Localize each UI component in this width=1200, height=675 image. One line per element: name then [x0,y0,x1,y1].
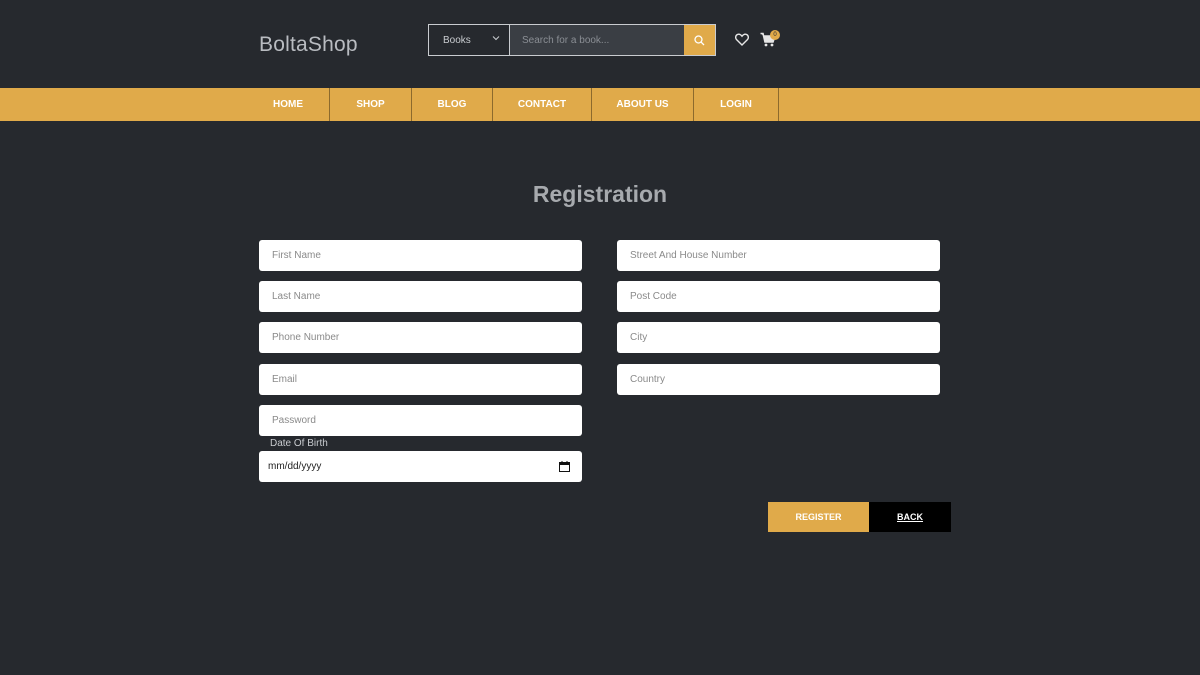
date-of-birth-field[interactable]: mm/dd/yyyy [259,451,582,482]
street-field[interactable] [617,240,940,271]
nav-item-shop[interactable]: SHOP [330,88,412,121]
nav-item-about-us[interactable]: ABOUT US [592,88,694,121]
country-field[interactable] [617,364,940,395]
nav-list: HOME SHOP BLOG CONTACT ABOUT US LOGIN [247,88,779,121]
heart-icon[interactable] [735,33,749,46]
page-title: Registration [532,181,668,207]
password-field[interactable] [259,405,582,436]
email-field[interactable] [259,364,582,395]
brand-logo[interactable]: BoltaShop [259,33,358,57]
search-bar: Books [428,24,716,56]
date-of-birth-value: mm/dd/yyyy [268,461,322,472]
main-nav: HOME SHOP BLOG CONTACT ABOUT US LOGIN [0,88,1200,121]
nav-item-login[interactable]: LOGIN [694,88,779,121]
post-code-field[interactable] [617,281,940,312]
date-of-birth-label: Date Of Birth [270,438,328,449]
city-field[interactable] [617,322,940,353]
header: BoltaShop Books 0 [0,0,1200,88]
back-button[interactable]: BACK [869,502,951,532]
first-name-field[interactable] [259,240,582,271]
search-input[interactable] [509,25,684,55]
search-icon [694,34,705,45]
last-name-field[interactable] [259,281,582,312]
nav-item-blog[interactable]: BLOG [412,88,493,121]
category-select[interactable]: Books [429,25,509,55]
nav-item-contact[interactable]: CONTACT [493,88,592,121]
register-button[interactable]: REGISTER [768,502,869,532]
phone-number-field[interactable] [259,322,582,353]
category-select-value: Books [443,34,471,46]
calendar-icon[interactable] [559,461,570,472]
cart-count-badge: 0 [770,30,780,40]
search-button[interactable] [684,25,715,55]
nav-item-home[interactable]: HOME [247,88,330,121]
chevron-down-icon [492,36,500,41]
